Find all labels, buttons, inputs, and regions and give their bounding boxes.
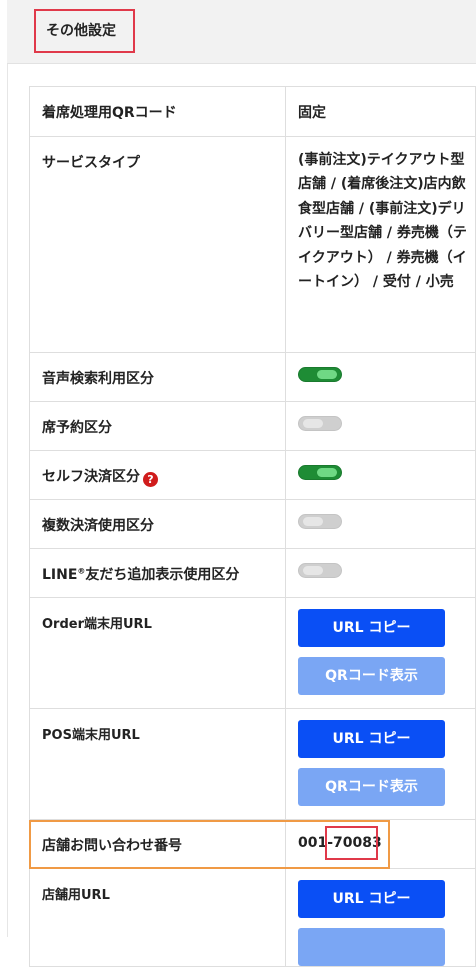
store-secondary-button[interactable] <box>298 928 445 966</box>
order-qr-display-button[interactable]: QRコード表示 <box>298 657 445 695</box>
toggle-knob <box>317 370 337 379</box>
toggle-knob <box>303 517 323 526</box>
row-label: 音声検索利用区分 <box>29 352 286 402</box>
row-service-type: サービスタイプ (事前注文)テイクアウト型店舗 / (着席後注文)店内飲食型店舗… <box>29 136 476 353</box>
toggle-knob <box>303 566 323 575</box>
row-voice-search: 音声検索利用区分 <box>29 352 476 402</box>
row-label: サービスタイプ <box>29 136 286 353</box>
row-label: 店舗お問い合わせ番号 <box>29 819 286 869</box>
question-circle-icon[interactable]: ? <box>143 472 158 487</box>
voice-search-toggle[interactable] <box>298 367 342 382</box>
row-value: 固定 <box>285 86 476 137</box>
row-line-friend: LINE®友だち追加表示使用区分 <box>29 548 476 598</box>
row-label: 着席処理用QRコード <box>29 86 286 137</box>
row-seat-reservation: 席予約区分 <box>29 401 476 451</box>
store-url-copy-button[interactable]: URL コピー <box>298 880 445 918</box>
row-store-url: 店舗用URL URL コピー <box>29 868 476 967</box>
contact-number-prefix: 001- <box>298 835 334 851</box>
row-self-checkout: セルフ決済区分? <box>29 450 476 500</box>
pos-qr-display-button[interactable]: QRコード表示 <box>298 768 445 806</box>
row-label-rest: 友だち追加表示使用区分 <box>85 567 240 583</box>
line-friend-toggle[interactable] <box>298 563 342 578</box>
row-label: 席予約区分 <box>29 401 286 451</box>
row-label: POS端末用URL <box>29 708 286 820</box>
row-qr-seat: 着席処理用QRコード 固定 <box>29 86 476 137</box>
row-multi-payment: 複数決済使用区分 <box>29 499 476 549</box>
self-checkout-toggle[interactable] <box>298 465 342 480</box>
toggle-knob <box>303 419 323 428</box>
contact-number-value: 70083 <box>333 835 382 851</box>
row-contact-number: 店舗お問い合わせ番号 001-70083 <box>29 819 476 869</box>
seat-reservation-toggle[interactable] <box>298 416 342 431</box>
row-label: Order端末用URL <box>29 597 286 709</box>
section-header: その他設定 <box>7 0 476 64</box>
row-order-url: Order端末用URL URL コピー QRコード表示 <box>29 597 476 709</box>
left-divider <box>7 64 8 937</box>
row-label-line: LINE <box>42 567 78 583</box>
toggle-knob <box>317 468 337 477</box>
row-value: (事前注文)テイクアウト型店舗 / (着席後注文)店内飲食型店舗 / (事前注文… <box>285 136 476 353</box>
row-pos-url: POS端末用URL URL コピー QRコード表示 <box>29 708 476 820</box>
multi-payment-toggle[interactable] <box>298 514 342 529</box>
row-label: 複数決済使用区分 <box>29 499 286 549</box>
section-title: その他設定 <box>34 9 135 53</box>
settings-table: 着席処理用QRコード 固定 サービスタイプ (事前注文)テイクアウト型店舗 / … <box>29 86 476 967</box>
pos-url-copy-button[interactable]: URL コピー <box>298 720 445 758</box>
row-label: セルフ決済区分 <box>42 469 140 485</box>
row-label: 店舗用URL <box>29 868 286 967</box>
order-url-copy-button[interactable]: URL コピー <box>298 609 445 647</box>
